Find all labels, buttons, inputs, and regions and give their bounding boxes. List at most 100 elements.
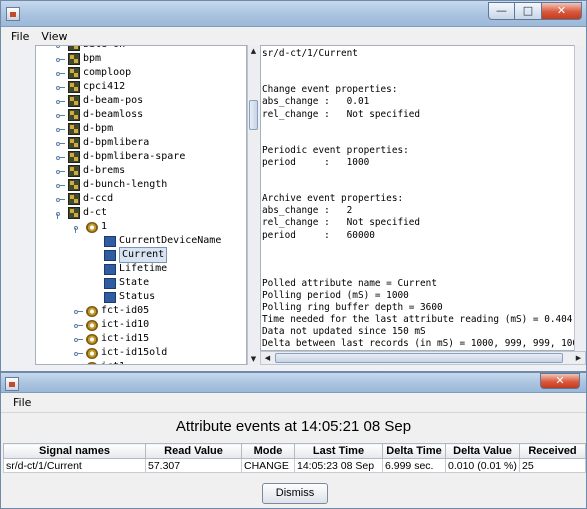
device-class-icon — [68, 193, 80, 205]
tree-item[interactable]: Status — [92, 290, 155, 304]
attribute-icon — [104, 249, 116, 261]
device-instance-icon — [86, 221, 98, 233]
expand-handle-icon[interactable] — [56, 139, 65, 148]
menu-file[interactable]: File — [5, 30, 35, 43]
tree-item[interactable]: comploop — [56, 66, 131, 80]
tree-scroll-thumb[interactable] — [249, 100, 258, 130]
expand-handle-icon[interactable] — [56, 125, 65, 134]
text-horizontal-scrollbar[interactable]: ◀ ▶ — [260, 351, 586, 365]
tree-item[interactable]: ict-id10 — [74, 318, 149, 332]
device-class-icon — [68, 109, 80, 121]
col-read-value[interactable]: Read Value — [145, 443, 242, 459]
tree-item-label: bpm — [83, 53, 102, 64]
tree-item[interactable]: d-ccd — [56, 192, 113, 206]
tree-item-label: CurrentDeviceName — [119, 235, 222, 246]
device-instance-icon — [86, 305, 98, 317]
text-vertical-scrollbar[interactable] — [574, 45, 586, 351]
device-class-icon — [68, 123, 80, 135]
tree-item[interactable]: d-bunch-length — [56, 178, 167, 192]
scroll-right-arrow-icon[interactable]: ▶ — [573, 352, 584, 364]
tree-item-label: bite-on — [83, 46, 125, 52]
maximize-button[interactable]: □ — [515, 2, 542, 20]
expand-handle-icon[interactable] — [56, 195, 65, 204]
tree-item[interactable]: bite-on — [56, 46, 125, 52]
dialog-heading: Attribute events at 14:05:21 08 Sep — [175, 418, 412, 435]
expand-handle-icon[interactable] — [56, 181, 65, 190]
close-button[interactable]: ✕ — [542, 2, 582, 20]
menu-view[interactable]: View — [35, 30, 73, 43]
tree-item[interactable]: Lifetime — [92, 262, 167, 276]
main-title-bar[interactable]: — □ ✕ — [1, 1, 586, 27]
col-signal-names[interactable]: Signal names — [3, 443, 146, 459]
tree-item[interactable]: ict-id15 — [74, 332, 149, 346]
tree-item-label: Status — [119, 291, 156, 302]
col-delta-time[interactable]: Delta Time — [382, 443, 446, 459]
tree-item[interactable]: ict-id15old — [74, 346, 167, 360]
dismiss-button[interactable]: Dismiss — [262, 483, 328, 504]
expand-handle-icon[interactable] — [56, 69, 65, 78]
tree-item[interactable]: d-brems — [56, 164, 125, 178]
collapse-handle-icon[interactable] — [56, 209, 65, 219]
attribute-icon — [104, 235, 116, 247]
tree-item-label: d-bpmlibera-spare — [83, 151, 186, 162]
tree-item[interactable]: bpm — [56, 52, 101, 66]
expand-handle-icon[interactable] — [56, 46, 65, 50]
horizontal-scroll-thumb[interactable] — [275, 353, 563, 363]
dialog-title-bar[interactable]: ✕ — [1, 373, 586, 393]
dialog-menu-file[interactable]: File — [7, 396, 37, 409]
scroll-up-arrow-icon[interactable]: ▲ — [248, 45, 259, 57]
device-class-icon — [68, 137, 80, 149]
tree-item[interactable]: d-bpmlibera-spare — [56, 150, 185, 164]
dialog-close-button[interactable]: ✕ — [540, 373, 580, 389]
expand-handle-icon[interactable] — [74, 363, 83, 365]
expand-handle-icon[interactable] — [74, 307, 83, 316]
attribute-info-text[interactable]: sr/d-ct/1/Current Change event properties… — [260, 45, 586, 351]
attribute-icon — [104, 277, 116, 289]
tree-item[interactable]: ict1 — [74, 360, 125, 365]
expand-handle-icon[interactable] — [56, 83, 65, 92]
scroll-down-arrow-icon[interactable]: ▼ — [248, 353, 259, 365]
col-delta-value[interactable]: Delta Value — [445, 443, 520, 459]
expand-handle-icon[interactable] — [56, 167, 65, 176]
col-received[interactable]: Received — [519, 443, 586, 459]
device-class-icon — [68, 53, 80, 65]
tree-item-label: Lifetime — [119, 263, 168, 274]
info-text-line: rel_change : Not specified — [262, 108, 421, 120]
collapse-handle-icon[interactable] — [74, 223, 83, 233]
expand-handle-icon[interactable] — [74, 321, 83, 330]
tree-item[interactable]: CurrentDeviceName — [92, 234, 221, 248]
device-instance-icon — [86, 347, 98, 359]
expand-handle-icon[interactable] — [56, 153, 65, 162]
info-text-line: rel_change : Not specified — [262, 217, 421, 229]
info-text-line: Archive event properties: — [262, 193, 404, 205]
minimize-button[interactable]: — — [488, 2, 515, 20]
tree-item[interactable]: fct-id05 — [74, 304, 149, 318]
col-mode[interactable]: Mode — [241, 443, 295, 459]
expand-handle-icon[interactable] — [56, 97, 65, 106]
tree-item[interactable]: 1 — [74, 220, 107, 234]
tree-vertical-scrollbar[interactable]: ▲ ▼ — [247, 45, 259, 365]
tree-item[interactable]: d-beamloss — [56, 108, 143, 122]
device-instance-icon — [86, 361, 98, 364]
expand-handle-icon[interactable] — [74, 335, 83, 344]
table-row[interactable]: sr/d-ct/1/Current 57.307 CHANGE 14:05:23… — [3, 458, 586, 473]
dialog-menu-bar: File — [1, 393, 586, 413]
tree-item-label: d-bpm — [83, 123, 114, 134]
expand-handle-icon[interactable] — [74, 349, 83, 358]
expand-handle-icon[interactable] — [56, 111, 65, 120]
cell-read-value: 57.307 — [145, 458, 242, 473]
expand-handle-icon[interactable] — [56, 55, 65, 64]
tree-item[interactable]: d-bpm — [56, 122, 113, 136]
col-last-time[interactable]: Last Time — [294, 443, 383, 459]
tree-item[interactable]: d-ct — [56, 206, 107, 220]
tree-item[interactable]: d-bpmlibera — [56, 136, 149, 150]
info-text-line: period : 60000 — [262, 229, 375, 241]
tree-item[interactable]: cpci412 — [56, 80, 125, 94]
info-text-line: sr/d-ct/1/Current — [262, 48, 358, 59]
scroll-left-arrow-icon[interactable]: ◀ — [262, 352, 273, 364]
tree-item[interactable]: Current — [92, 247, 168, 263]
device-tree[interactable]: bite-onbpm comploop cpci412 d-beam-pos d-bea… — [35, 45, 247, 365]
java-app-icon — [6, 7, 20, 21]
tree-item[interactable]: d-beam-pos — [56, 94, 143, 108]
tree-item[interactable]: State — [92, 276, 149, 290]
